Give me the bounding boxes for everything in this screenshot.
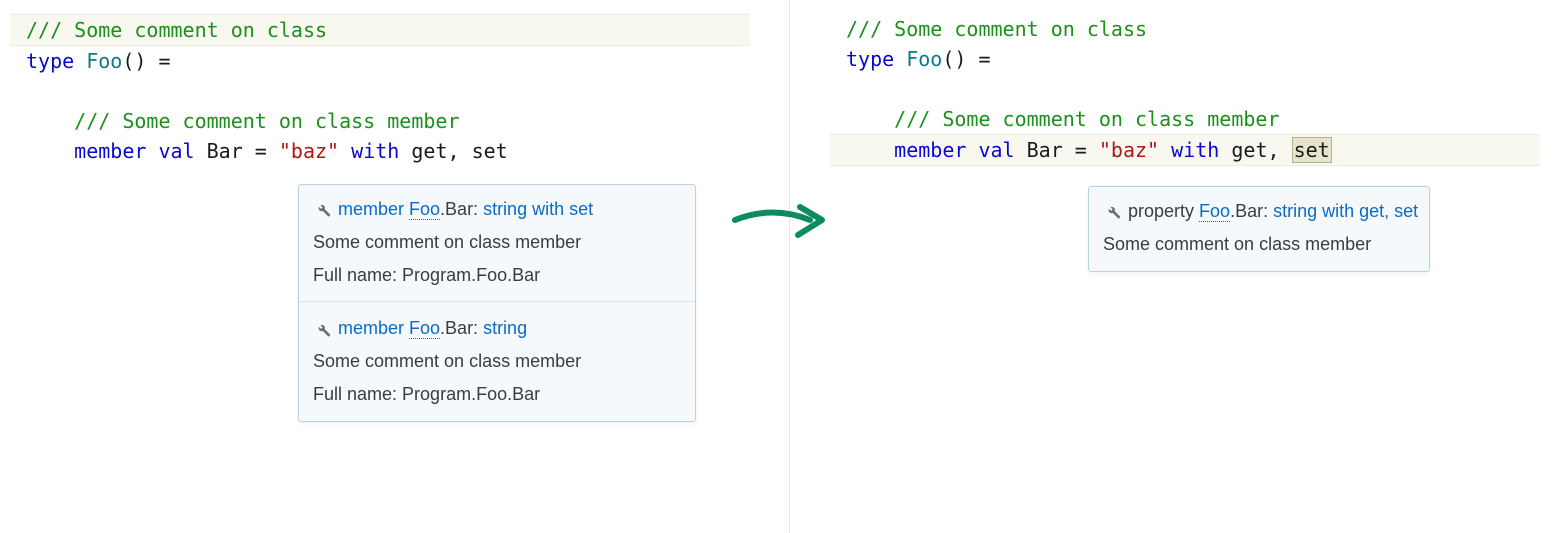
code-block-after[interactable]: /// Some comment on class type Foo() = //… (830, 14, 1540, 166)
tooltip-fullname: Full name: Program.Foo.Bar (313, 380, 681, 409)
pane-separator (789, 0, 790, 533)
sig-prefix: member (338, 199, 409, 219)
wrench-icon (313, 320, 331, 338)
code-keyword-with: with (351, 139, 399, 163)
sig-suffix: with set (527, 199, 593, 219)
editor-pane-after: /// Some comment on class type Foo() = //… (830, 14, 1540, 166)
code-typename: Foo (906, 47, 942, 71)
code-comment: /// Some comment on class member (74, 109, 459, 133)
sig-bar: .Bar: (1230, 201, 1273, 221)
tooltip-signature: property Foo.Bar: string with get, set (1103, 197, 1415, 226)
code-ident-get: get (411, 139, 447, 163)
sig-type: string (483, 199, 527, 219)
code-string: "baz" (1099, 138, 1159, 162)
tooltip-description: Some comment on class member (1103, 230, 1415, 259)
tooltip-signature: member Foo.Bar: string (313, 314, 681, 343)
tooltip-fullname: Full name: Program.Foo.Bar (313, 261, 681, 290)
sig-prefix: property (1128, 201, 1199, 221)
editor-pane-before: /// Some comment on class type Foo() = //… (10, 14, 750, 166)
code-comment: /// Some comment on class (26, 18, 327, 42)
tooltip-signature: member Foo.Bar: string with set (313, 195, 681, 224)
code-keyword-member: member (74, 139, 146, 163)
arrow-icon (730, 195, 830, 250)
code-ident-set-selected: set (1292, 137, 1332, 163)
tooltip-before: member Foo.Bar: string with set Some com… (298, 184, 696, 422)
wrench-icon (1103, 202, 1121, 220)
sig-prefix: member (338, 318, 409, 338)
sig-type: string (1273, 201, 1317, 221)
code-parens: () = (122, 49, 170, 73)
sig-type-foo[interactable]: Foo (409, 318, 440, 339)
wrench-icon (313, 200, 331, 218)
comparison-stage: /// Some comment on classtype Foo() = //… (0, 0, 1557, 533)
code-keyword-type: type (26, 49, 74, 73)
sig-type: string (483, 318, 527, 338)
sig-suffix: with get, set (1317, 201, 1418, 221)
code-keyword-with: with (1171, 138, 1219, 162)
code-ident-set: set (472, 139, 508, 163)
sig-type-foo[interactable]: Foo (1199, 201, 1230, 222)
code-keyword-member: member (894, 138, 966, 162)
tooltip-after: property Foo.Bar: string with get, set S… (1088, 186, 1430, 272)
code-keyword-val: val (158, 139, 194, 163)
code-ident-bar: Bar (207, 139, 243, 163)
tooltip-description: Some comment on class member (313, 228, 681, 257)
code-ident-bar: Bar (1027, 138, 1063, 162)
code-comment: /// Some comment on class member (894, 107, 1279, 131)
code-ident-get: get (1231, 138, 1267, 162)
code-comment: /// Some comment on class (846, 17, 1147, 41)
code-keyword-val: val (978, 138, 1014, 162)
code-typename: Foo (86, 49, 122, 73)
code-block-before[interactable]: /// Some comment on class type Foo() = //… (10, 14, 750, 166)
code-string: "baz" (279, 139, 339, 163)
sig-bar: .Bar: (440, 199, 483, 219)
tooltip-description: Some comment on class member (313, 347, 681, 376)
tooltip-divider (299, 301, 695, 302)
code-parens: () = (942, 47, 990, 71)
sig-type-foo[interactable]: Foo (409, 199, 440, 220)
sig-bar: .Bar: (440, 318, 483, 338)
code-keyword-type: type (846, 47, 894, 71)
